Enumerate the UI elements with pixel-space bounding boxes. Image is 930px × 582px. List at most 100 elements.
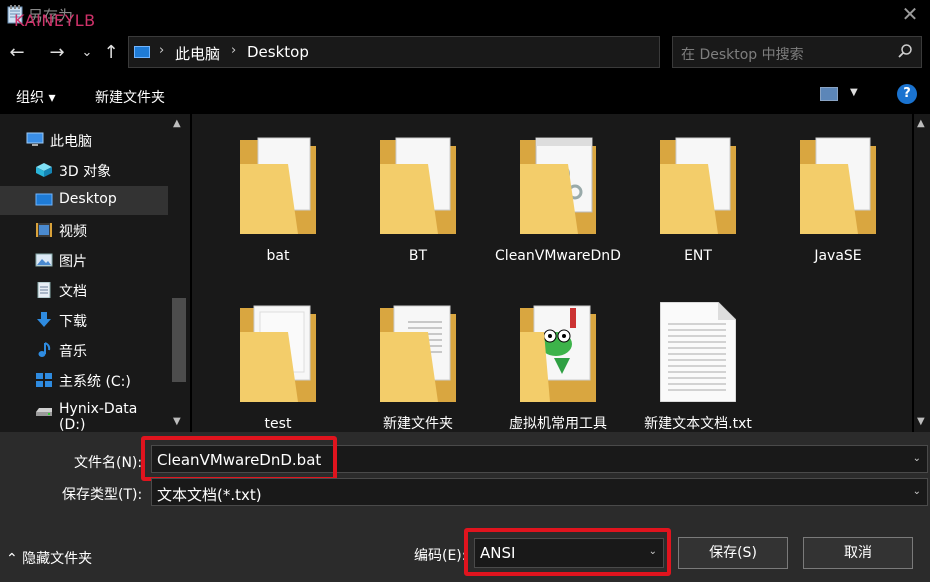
file-item-javase[interactable]: JavaSE: [773, 134, 903, 284]
address-bar[interactable]: › 此电脑 › Desktop ⌄ ↻: [128, 36, 779, 68]
picture-icon: [35, 253, 53, 267]
chevron-down-icon[interactable]: ⌄: [913, 486, 921, 497]
file-name: JavaSE: [814, 248, 862, 264]
breadcrumb-separator: ›: [231, 43, 237, 58]
toolbar: 组织 ▾ 新建文件夹 ▼ ?: [0, 78, 930, 112]
breadcrumb-separator: ›: [159, 43, 165, 58]
sidebar-item-label: Desktop: [59, 191, 117, 207]
cube-3d-icon: [36, 163, 52, 177]
back-icon[interactable]: ←: [6, 42, 28, 64]
scroll-down-icon[interactable]: ▼: [173, 416, 181, 427]
sidebar-item-label: 图片: [59, 254, 87, 270]
breadcrumb-this-pc[interactable]: 此电脑: [175, 43, 220, 64]
folder-image-icon: [660, 137, 736, 234]
organize-button[interactable]: 组织 ▾: [16, 87, 55, 107]
file-item-bt[interactable]: BT: [353, 134, 483, 284]
new-folder-button[interactable]: 新建文件夹: [95, 87, 165, 107]
scroll-down-icon[interactable]: ▼: [917, 416, 925, 427]
file-name: ENT: [684, 248, 712, 264]
navigation-bar: ← → ⌄ ↑ › 此电脑 › Desktop ⌄ ↻ 在 Desktop 中搜…: [0, 34, 930, 74]
video-icon: [36, 223, 52, 237]
filetype-value: 文本文档(*.txt): [157, 486, 262, 504]
encoding-label: 编码(E):: [414, 548, 467, 564]
close-icon[interactable]: ✕: [898, 2, 922, 26]
download-icon: [37, 312, 51, 327]
chevron-down-icon[interactable]: ⌄: [913, 453, 921, 464]
file-item-test[interactable]: test: [213, 302, 343, 452]
sidebar-item-videos[interactable]: 视频: [0, 216, 168, 245]
document-icon: [37, 282, 51, 298]
breadcrumb-desktop[interactable]: Desktop: [247, 43, 309, 61]
computer-icon: [26, 132, 44, 146]
file-item-vm-tools[interactable]: 虚拟机常用工具: [493, 302, 623, 452]
search-icon[interactable]: [897, 43, 913, 59]
file-name: CleanVMwareDnD: [495, 248, 621, 264]
sidebar-item-label: 主系统 (C:): [59, 374, 131, 390]
drive-icon: [36, 408, 52, 416]
scroll-up-icon[interactable]: ▲: [917, 118, 925, 129]
hide-folders-button[interactable]: ⌃ 隐藏文件夹: [6, 548, 92, 568]
save-form: 文件名(N): CleanVMwareDnD.bat ⌄ 保存类型(T): 文本…: [0, 432, 930, 582]
sidebar-item-desktop[interactable]: Desktop: [0, 186, 168, 215]
search-box[interactable]: 在 Desktop 中搜索: [672, 36, 922, 68]
watermark-text: KAINEYLB: [14, 11, 96, 30]
text-file-icon: [660, 302, 736, 402]
scrollbar-thumb[interactable]: [172, 298, 186, 382]
sidebar-item-documents[interactable]: 文档: [0, 276, 168, 305]
sidebar-item-pictures[interactable]: 图片: [0, 246, 168, 275]
recent-locations-icon[interactable]: ⌄: [76, 42, 98, 64]
highlight-box: [464, 528, 671, 576]
folder-doc-icon: [380, 137, 456, 234]
title-bar: 另存为 KAINEYLB ✕: [0, 0, 930, 30]
sidebar-item-downloads[interactable]: 下载: [0, 306, 168, 335]
forward-icon[interactable]: →: [46, 42, 68, 64]
file-name: 新建文本文档.txt: [644, 416, 752, 432]
sidebar-scrollbar[interactable]: ▲ ▼: [170, 114, 188, 432]
file-item-bat[interactable]: M↓ bat: [213, 134, 343, 284]
computer-icon: [134, 46, 150, 58]
sidebar-item-label: 文档: [59, 284, 87, 300]
file-name: bat: [266, 248, 290, 264]
file-list: M↓ bat BT CleanVMwareDnD: [192, 114, 912, 432]
windows-drive-icon: [36, 373, 52, 387]
folder-md-icon: M↓: [240, 137, 316, 234]
folder-gears-icon: [520, 137, 596, 234]
file-item-new-text-document[interactable]: 新建文本文档.txt: [633, 302, 763, 452]
up-icon[interactable]: ↑: [100, 42, 122, 64]
sidebar-item-3d-objects[interactable]: 3D 对象: [0, 156, 168, 185]
scroll-up-icon[interactable]: ▲: [173, 118, 181, 129]
file-item-new-folder[interactable]: 新建文件夹: [353, 302, 483, 452]
filetype-select[interactable]: 文本文档(*.txt) ⌄: [151, 478, 928, 506]
sidebar-item-label: 3D 对象: [59, 164, 112, 180]
sidebar-item-drive-c[interactable]: 主系统 (C:): [0, 366, 168, 395]
sidebar-item-label: 视频: [59, 224, 87, 240]
sidebar-item-drive-d[interactable]: Hynix-Data (D:): [0, 396, 168, 433]
sidebar-item-label: Hynix-Data (D:): [59, 401, 138, 433]
sidebar-item-label: 音乐: [59, 344, 87, 360]
file-name: BT: [408, 248, 428, 264]
sidebar-item-this-pc[interactable]: 此电脑: [0, 126, 168, 155]
highlight-box: [141, 436, 337, 481]
content-scrollbar[interactable]: ▲ ▼: [914, 114, 930, 432]
filename-label: 文件名(N):: [74, 455, 143, 471]
sidebar-item-label: 此电脑: [50, 134, 92, 150]
navigation-pane: 此电脑 3D 对象 Desktop 视频 图片 文档 下载 音乐 主系统 (C:…: [0, 114, 190, 433]
file-item-cleanvmwarednd[interactable]: CleanVMwareDnD: [493, 134, 623, 284]
view-dropdown-icon[interactable]: ▼: [850, 87, 858, 98]
file-name: 新建文件夹: [383, 416, 453, 432]
help-icon[interactable]: ?: [897, 84, 917, 104]
cancel-button[interactable]: 取消: [803, 537, 913, 569]
file-name: 虚拟机常用工具: [509, 416, 607, 432]
desktop-icon: [35, 193, 53, 206]
view-options-icon[interactable]: [820, 87, 838, 101]
music-icon: [38, 342, 51, 357]
file-item-ent[interactable]: ENT: [633, 134, 763, 284]
search-placeholder: 在 Desktop 中搜索: [681, 47, 804, 63]
folder-docs-icon: [800, 137, 876, 234]
folder-text-icon: [380, 305, 456, 402]
save-button[interactable]: 保存(S): [678, 537, 788, 569]
sidebar-item-label: 下载: [59, 314, 87, 330]
folder-pages-icon: [240, 305, 316, 402]
sidebar-item-music[interactable]: 音乐: [0, 336, 168, 365]
file-name: test: [264, 416, 292, 432]
